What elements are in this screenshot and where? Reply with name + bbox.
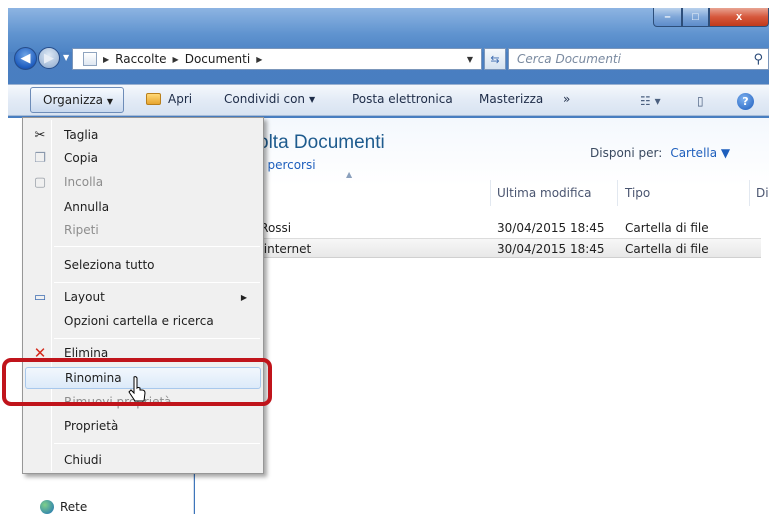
network-icon — [40, 500, 54, 514]
minimize-button[interactable]: – — [653, 8, 682, 27]
menu-item-redo[interactable]: Ripeti — [25, 219, 261, 241]
breadcrumb[interactable]: ▶ Raccolte — [103, 52, 167, 66]
arrange-by: Disponi per: Cartella ▼ — [590, 146, 731, 160]
back-button[interactable]: ◀ — [14, 47, 37, 70]
row-type: Cartella di file — [625, 221, 709, 235]
menu-separator — [54, 443, 260, 444]
breadcrumb-chevron[interactable]: ▶ — [256, 55, 268, 64]
column-divider[interactable] — [749, 180, 750, 206]
organize-button[interactable]: Organizza ▼ — [30, 87, 124, 113]
mouse-pointer-icon — [128, 376, 146, 402]
maximize-button[interactable]: □ — [682, 8, 709, 27]
menu-item-paste[interactable]: ▢ Incolla — [25, 171, 261, 193]
close-button[interactable]: x — [709, 8, 769, 27]
arrange-by-dropdown[interactable]: Cartella ▼ — [670, 146, 730, 160]
forward-button[interactable]: ▶ — [38, 47, 60, 69]
help-button[interactable]: ? — [737, 93, 754, 110]
folder-icon — [83, 52, 97, 66]
organize-menu: ✂ Taglia ❐ Copia ▢ Incolla Annulla Ripeti S… — [22, 117, 264, 474]
menu-item-cut[interactable]: ✂ Taglia — [25, 124, 261, 146]
menu-separator — [54, 246, 260, 247]
sidebar-item-network[interactable]: Rete — [40, 500, 87, 514]
menu-item-undo[interactable]: Annulla — [25, 196, 261, 218]
refresh-button[interactable]: ⇆ — [484, 48, 506, 70]
breadcrumb[interactable]: ▶ Documenti — [173, 52, 251, 66]
address-dropdown-icon[interactable]: ▼ — [467, 55, 473, 64]
open-button[interactable]: Apri — [146, 92, 192, 106]
column-header-type[interactable]: Tipo — [625, 186, 650, 200]
view-options-icon[interactable]: ☷ ▾ — [640, 94, 661, 108]
column-divider[interactable] — [490, 180, 491, 206]
column-header-modified[interactable]: Ultima modifica — [497, 186, 592, 200]
email-button[interactable]: Posta elettronica — [352, 92, 453, 106]
open-folder-icon — [146, 93, 161, 105]
table-row[interactable]: o Rossi 30/04/2015 18:45 Cartella di fil… — [187, 218, 761, 238]
burn-button[interactable]: Masterizza — [479, 92, 543, 106]
table-row[interactable]: eeinternet 30/04/2015 18:45 Cartella di … — [187, 238, 761, 258]
search-icon[interactable]: ⚲ — [753, 52, 763, 67]
row-modified: 30/04/2015 18:45 — [497, 242, 605, 256]
column-divider[interactable] — [617, 180, 618, 206]
row-type: Cartella di file — [625, 242, 709, 256]
recent-pages-dropdown[interactable]: ▼ — [63, 53, 69, 62]
menu-item-folder-options[interactable]: Opzioni cartella e ricerca — [25, 310, 261, 332]
menu-item-select-all[interactable]: Seleziona tutto — [25, 254, 261, 276]
library-locations-link[interactable]: 2 percorsi — [256, 158, 316, 172]
column-header-size[interactable]: Di — [756, 186, 769, 200]
menu-item-copy[interactable]: ❐ Copia — [25, 147, 261, 169]
paste-icon: ▢ — [33, 174, 47, 190]
chevron-down-icon: ▼ — [106, 97, 114, 106]
search-input[interactable]: Cerca Documenti ⚲ — [508, 48, 769, 70]
menu-separator — [54, 338, 260, 339]
preview-pane-icon[interactable]: ▯ — [697, 94, 704, 108]
sort-arrow-icon: ▲ — [346, 170, 353, 179]
menu-item-close[interactable]: Chiudi — [25, 449, 261, 471]
row-modified: 30/04/2015 18:45 — [497, 221, 605, 235]
address-bar[interactable]: ▶ Raccolte ▶ Documenti ▶ ▼ — [72, 48, 482, 70]
menu-item-layout[interactable]: ▭ Layout ▶ — [25, 286, 261, 308]
chevron-down-icon: ▼ — [309, 94, 316, 104]
copy-icon: ❐ — [34, 150, 46, 166]
menu-separator — [54, 282, 260, 283]
submenu-arrow-icon: ▶ — [240, 292, 247, 302]
share-button[interactable]: Condividi con ▼ — [224, 92, 315, 106]
more-commands-button[interactable]: » — [563, 92, 570, 106]
layout-icon: ▭ — [33, 289, 47, 305]
scissors-icon: ✂ — [34, 127, 46, 143]
library-title: olta Documenti — [258, 132, 385, 153]
menu-item-properties[interactable]: Proprietà — [25, 415, 261, 437]
